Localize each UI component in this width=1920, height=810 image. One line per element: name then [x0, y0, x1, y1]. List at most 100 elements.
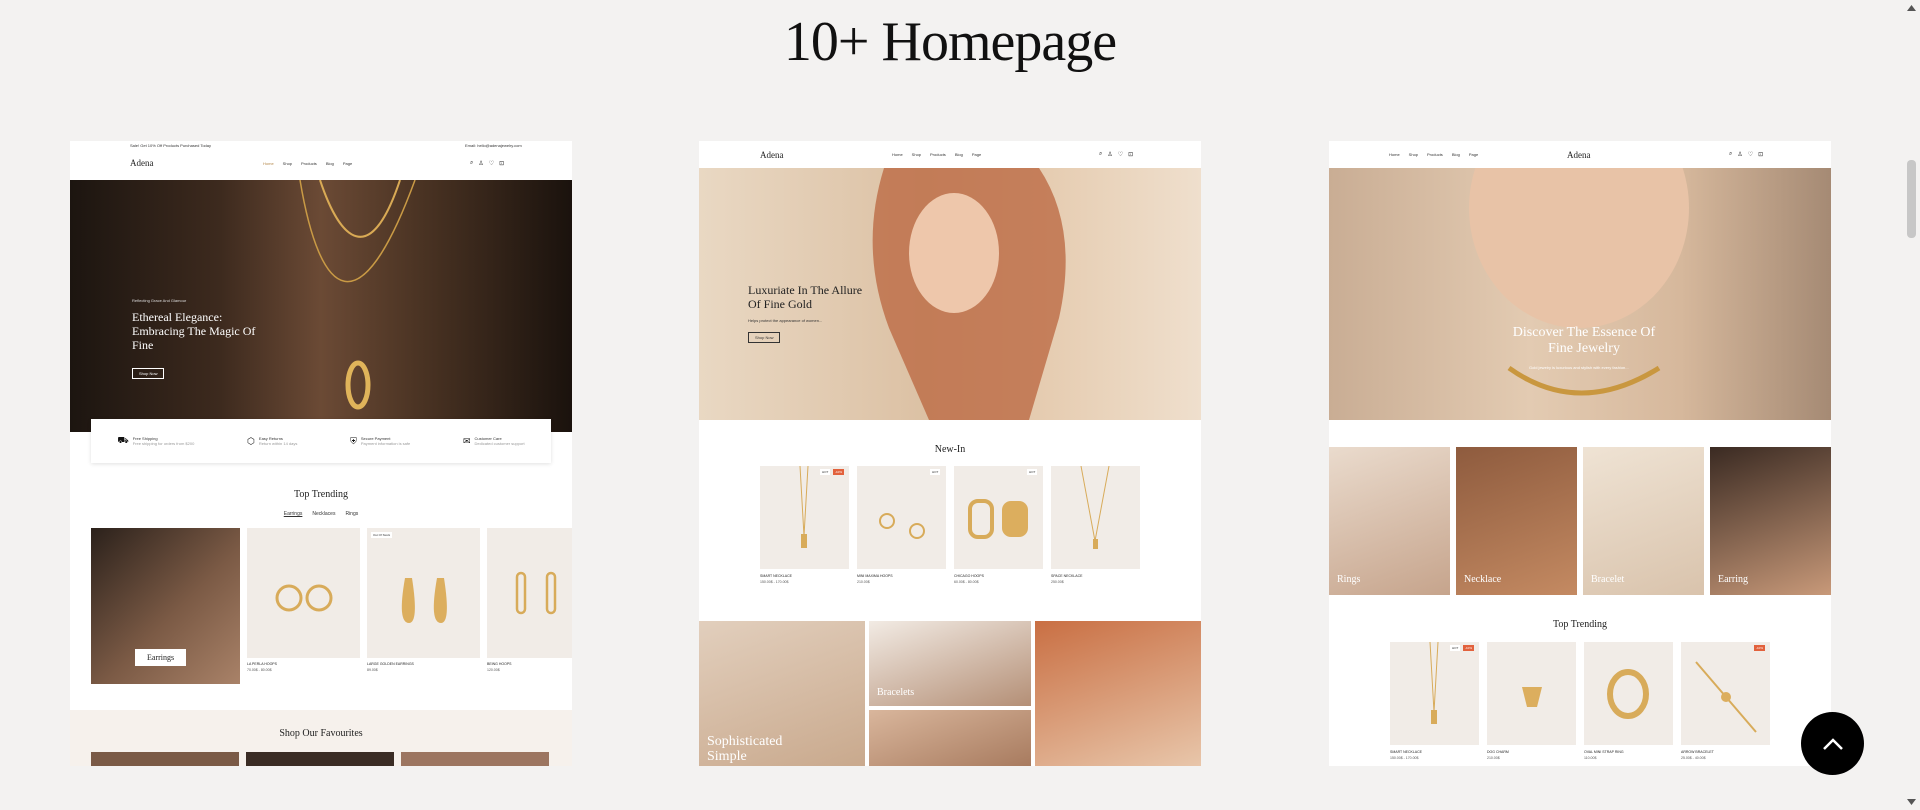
favourite-tile[interactable] [246, 752, 394, 766]
product-name[interactable]: LA PERLA HOOPS [247, 662, 277, 666]
feature-item: ⬡ Easy Returns Return within 14 days [247, 436, 297, 447]
user-icon[interactable]: ♙ [478, 160, 483, 167]
logo[interactable]: Adena [760, 150, 784, 160]
category-tile-bracelets[interactable]: Bracelets [869, 621, 1031, 706]
category-tile-rings[interactable]: Rings [1329, 447, 1450, 595]
menu-item-shop[interactable]: Shop [912, 152, 921, 157]
product-card[interactable]: Out Of Stock [367, 528, 480, 658]
search-icon[interactable]: ⌕ [470, 160, 473, 167]
search-icon[interactable]: ⌕ [1729, 151, 1732, 158]
user-icon[interactable]: ♙ [1107, 151, 1112, 158]
product-name[interactable]: CHICAGO HOOPS [954, 574, 984, 578]
menu-item-home[interactable]: Home [1389, 152, 1400, 157]
product-card[interactable]: HOT [857, 466, 946, 569]
cart-icon[interactable]: ⊡ [1758, 151, 1763, 158]
scroll-down-arrow-icon[interactable] [1906, 798, 1917, 806]
product-image [515, 571, 557, 615]
product-name[interactable]: OVAL MINI STRAP RING [1584, 750, 1624, 754]
hot-badge: HOT [1450, 645, 1461, 651]
page-title: 10+ Homepage [783, 11, 1117, 73]
product-price: 25.00$ - 40.00$ [1681, 756, 1706, 760]
product-name[interactable]: SPACE NECKLACE [1051, 574, 1082, 578]
announcement-bar: Sale! Get 10% Off Products Purchased Tod… [70, 141, 572, 149]
user-icon[interactable]: ♙ [1737, 151, 1742, 158]
menu-item-blog[interactable]: Blog [955, 152, 963, 157]
category-label: Earring [1718, 574, 1748, 585]
logo[interactable]: Adena [1567, 150, 1591, 160]
favourite-tile[interactable] [91, 752, 239, 766]
category-tile-earring[interactable]: Earring [1710, 447, 1831, 595]
tab-earrings[interactable]: Earrings [284, 511, 303, 517]
wishlist-icon[interactable]: ♡ [1118, 151, 1123, 158]
cart-icon[interactable]: ⊡ [1128, 151, 1133, 158]
product-price: 89.00$ [367, 668, 378, 672]
necklace-illustration [299, 180, 416, 410]
menu-item-blog[interactable]: Blog [326, 161, 334, 166]
category-button[interactable]: Earrings [135, 649, 187, 666]
product-card[interactable] [247, 528, 360, 658]
shop-now-button[interactable]: Shop Now [132, 368, 165, 379]
scrollbar-thumb[interactable] [1907, 160, 1916, 238]
wishlist-icon[interactable]: ♡ [489, 160, 494, 167]
menu-item-page[interactable]: Page [972, 152, 981, 157]
product-card[interactable]: HOT [954, 466, 1043, 569]
menu-item-products[interactable]: Products [301, 161, 317, 166]
product-name[interactable]: LARGE GOLDEN EARRINGS [367, 662, 414, 666]
search-icon[interactable]: ⌕ [1099, 151, 1102, 158]
tab-rings[interactable]: Rings [345, 511, 358, 517]
category-tile[interactable] [1035, 621, 1201, 766]
product-image [1695, 661, 1757, 733]
product-card[interactable] [1584, 642, 1673, 745]
homepage-preview-1[interactable]: Sale! Get 10% Off Products Purchased Tod… [70, 141, 572, 766]
product-card[interactable]: HOT -10% [1390, 642, 1479, 745]
scroll-up-arrow-icon[interactable] [1906, 4, 1917, 12]
menu-item-shop[interactable]: Shop [1409, 152, 1418, 157]
scrollbar-track[interactable] [1903, 0, 1920, 810]
product-name[interactable]: SMART NECKLACE [760, 574, 792, 578]
product-card[interactable] [487, 528, 572, 658]
menu-item-products[interactable]: Products [1427, 152, 1443, 157]
menu-item-page[interactable]: Page [1469, 152, 1478, 157]
menu-item-products[interactable]: Products [930, 152, 946, 157]
wishlist-icon[interactable]: ♡ [1748, 151, 1753, 158]
product-price: 250.00$ [1051, 580, 1064, 584]
logo[interactable]: Adena [130, 158, 154, 168]
favourites-section: Shop Our Favourites [70, 710, 572, 766]
product-name[interactable]: BEING HOOPS [487, 662, 512, 666]
product-name[interactable]: ARROW BRACELET [1681, 750, 1714, 754]
product-card[interactable] [1487, 642, 1576, 745]
homepage-preview-3[interactable]: Home Shop Products Blog Page Adena ⌕ ♙ ♡… [1329, 141, 1831, 766]
product-card[interactable] [1051, 466, 1140, 569]
category-tile-sophisticated[interactable]: Sophisticated Simple [699, 621, 865, 766]
product-image [275, 584, 333, 612]
feature-strip: ⛟ Free Shipping Free shipping for orders … [91, 419, 551, 463]
product-image [1607, 669, 1649, 719]
category-label: Bracelet [1591, 574, 1625, 585]
homepage-preview-2[interactable]: Adena Home Shop Products Blog Page ⌕ ♙ ♡… [699, 141, 1201, 766]
product-name[interactable]: DOG CHARM [1487, 750, 1509, 754]
hero-title: Luxuriate In The Allure Of Fine Gold [748, 283, 863, 311]
product-image [1522, 687, 1542, 707]
scroll-to-top-button[interactable] [1801, 712, 1864, 775]
cart-icon[interactable]: ⊡ [499, 160, 504, 167]
product-name[interactable]: MINI MAXIMA HOOPS [857, 574, 893, 578]
hot-badge: HOT [1027, 469, 1038, 475]
category-tile-earrings[interactable]: Earrings [91, 528, 240, 684]
category-tile[interactable] [869, 710, 1031, 766]
menu-item-page[interactable]: Page [343, 161, 352, 166]
product-card[interactable]: -10% [1681, 642, 1770, 745]
category-tile-necklace[interactable]: Necklace [1456, 447, 1577, 595]
menu-item-shop[interactable]: Shop [283, 161, 292, 166]
hero-banner: Luxuriate In The Allure Of Fine Gold Hel… [699, 168, 1201, 420]
menu-item-home[interactable]: Home [263, 161, 274, 166]
menu-item-blog[interactable]: Blog [1452, 152, 1460, 157]
category-tile-bracelet[interactable]: Bracelet [1583, 447, 1704, 595]
favourite-tile[interactable] [401, 752, 549, 766]
product-card[interactable]: HOT -10% [760, 466, 849, 569]
menu-item-home[interactable]: Home [892, 152, 903, 157]
hero-subtitle: Gold jewelry is luxurious and stylish wi… [1529, 365, 1629, 370]
shop-now-button[interactable]: Shop Now [748, 332, 781, 343]
tab-necklaces[interactable]: Necklaces [312, 511, 335, 517]
product-name[interactable]: SMART NECKLACE [1390, 750, 1422, 754]
hero-title: Discover The Essence Of Fine Jewelry [1512, 325, 1656, 356]
